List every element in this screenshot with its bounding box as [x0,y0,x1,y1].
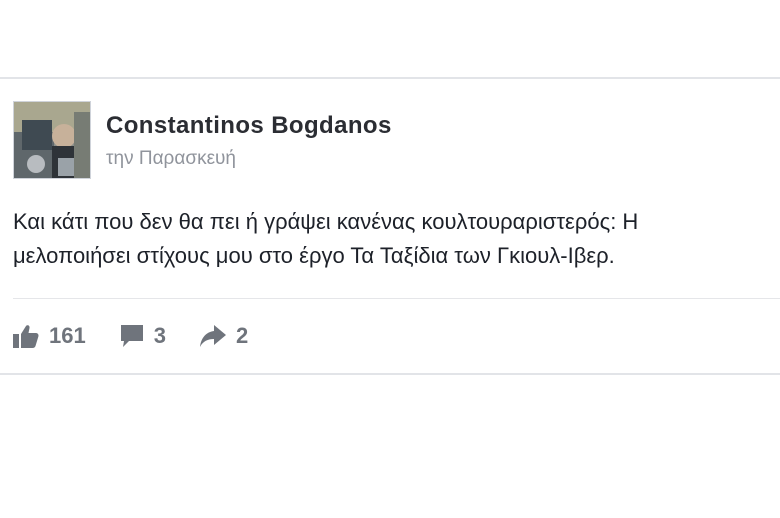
post-text-line: Και κάτι που δεν θα πει ή γράψει κανένας… [13,209,639,234]
share-count: 2 [235,323,249,348]
author-name[interactable]: Constantinos Bogdanos [106,112,392,140]
comment-button[interactable]: 3 [120,323,166,349]
post-timestamp[interactable]: την Παρασκευή [106,148,236,170]
post-text-line: μελοποιήσει στίχους μου στο έργο Τα Ταξί… [13,243,615,268]
avatar-photo [14,102,90,178]
speech-bubble-icon [120,324,144,348]
avatar[interactable] [13,101,91,179]
divider [13,298,780,299]
comment-count: 3 [153,323,166,348]
share-arrow-icon [199,325,226,347]
page: Constantinos Bogdanos την Παρασκευή Και … [0,0,780,518]
post-card: Constantinos Bogdanos την Παρασκευή Και … [0,77,780,375]
like-button[interactable]: 161 [13,323,86,349]
like-count: 161 [49,323,86,348]
post-text: Και κάτι που δεν θα πει ή γράψει κανένας… [13,205,780,273]
thumbs-up-icon [13,324,39,348]
reaction-bar: 161 3 2 [13,321,282,351]
share-button[interactable]: 2 [199,323,249,349]
